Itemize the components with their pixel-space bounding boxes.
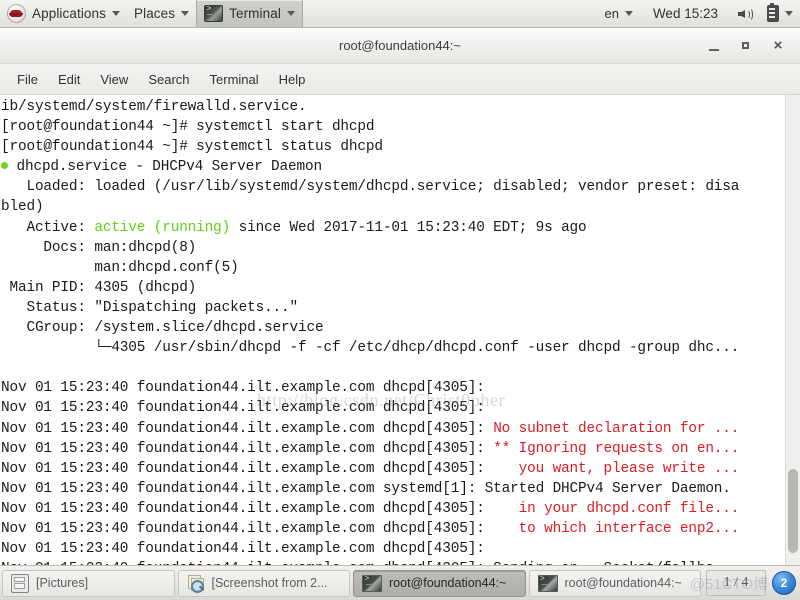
window-titlebar[interactable]: root@foundation44:~ ×: [0, 28, 800, 64]
terminal-line: Status: "Dispatching packets...": [1, 299, 299, 316]
taskbar: [Pictures] [Screenshot from 2... root@fo…: [0, 565, 800, 600]
menu-item-search[interactable]: Search: [139, 69, 198, 90]
terminal-line: ib/systemd/system/firewalld.service.: [1, 99, 307, 115]
terminal-output[interactable]: ib/systemd/system/firewalld.service. [roo…: [0, 95, 785, 565]
taskbar-item-label: root@foundation44:~: [389, 576, 507, 590]
terminal-icon: [362, 574, 382, 592]
keyboard-layout-indicator[interactable]: en: [597, 0, 639, 27]
active-window-label: Terminal: [229, 6, 281, 21]
terminal-line: └─4305 /usr/sbin/dhcpd -f -cf /etc/dhcp/…: [1, 340, 740, 357]
clock[interactable]: Wed 15:23: [640, 0, 731, 27]
keyboard-layout-label: en: [604, 6, 619, 21]
menu-item-edit[interactable]: Edit: [49, 69, 89, 90]
terminal-line: Nov 01 15:23:40 foundation44.ilt.example…: [1, 541, 485, 558]
applications-menu[interactable]: Applications: [0, 0, 127, 27]
terminal-line: Nov 01 15:23:40 foundation44.ilt.example…: [1, 480, 731, 497]
system-status-menu[interactable]: [760, 0, 800, 27]
terminal-line: Nov 01 15:23:40 foundation44.ilt.example…: [1, 460, 740, 477]
places-menu[interactable]: Places: [127, 0, 196, 27]
terminal-line: Main PID: 4305 (dhcpd): [1, 279, 197, 296]
terminal-icon: [204, 5, 224, 22]
terminal-line: Nov 01 15:23:40 foundation44.ilt.example…: [1, 520, 740, 537]
log-error-text: in your dhcpd.conf file...: [518, 500, 740, 517]
maximize-button[interactable]: [738, 38, 754, 54]
menu-item-file[interactable]: File: [8, 69, 47, 90]
terminal-scrollbar[interactable]: [785, 95, 800, 565]
menu-item-view[interactable]: View: [91, 69, 137, 90]
taskbar-item-terminal-1[interactable]: root@foundation44:~: [353, 569, 526, 597]
battery-icon: [767, 2, 779, 22]
terminal-line: Active: active (running) since Wed 2017-…: [1, 219, 587, 236]
places-menu-label: Places: [134, 6, 176, 21]
speaker-icon: [738, 7, 753, 21]
taskbar-item-label: [Pictures]: [36, 576, 89, 590]
log-error-text: No subnet declaration for ...: [493, 420, 740, 437]
terminal-line: Loaded: loaded (/usr/lib/systemd/system/…: [1, 179, 740, 196]
terminal-line: CGroup: /system.slice/dhcpd.service: [1, 320, 324, 337]
log-error-text: you want, please write ...: [518, 460, 740, 477]
chevron-down-icon: [785, 11, 793, 16]
active-running-text: active (running): [94, 219, 231, 236]
active-window-menu[interactable]: Terminal: [196, 0, 303, 27]
window-controls: ×: [706, 28, 794, 63]
taskbar-item-terminal-2[interactable]: root@foundation44:~: [528, 569, 701, 597]
taskbar-item-label: [Screenshot from 2...: [211, 576, 328, 590]
redhat-logo-icon: [7, 4, 26, 23]
terminal-line: dhcpd.service - DHCPv4 Server Daemon: [1, 157, 785, 177]
terminal-line: Nov 01 15:23:40 foundation44.ilt.example…: [1, 500, 740, 517]
clock-label: Wed 15:23: [652, 6, 718, 21]
notification-badge[interactable]: 2: [772, 571, 796, 595]
terminal-line: Docs: man:dhcpd(8): [1, 239, 197, 256]
window-title: root@foundation44:~: [339, 38, 461, 53]
menu-item-terminal[interactable]: Terminal: [201, 69, 268, 90]
top-panel: Applications Places Terminal en Wed 15:2…: [0, 0, 800, 28]
volume-indicator[interactable]: [731, 0, 760, 27]
chevron-down-icon: [112, 11, 120, 16]
chevron-down-icon: [624, 11, 633, 16]
taskbar-item-screenshot[interactable]: [Screenshot from 2...: [177, 569, 350, 597]
file-drawer-icon: [11, 573, 29, 593]
terminal-line: Nov 01 15:23:40 foundation44.ilt.example…: [1, 420, 740, 437]
service-status-dot-icon: [1, 161, 8, 169]
terminal-body[interactable]: ib/systemd/system/firewalld.service. [roo…: [0, 95, 800, 565]
terminal-icon: [537, 574, 558, 592]
terminal-window: root@foundation44:~ × File Edit View Sea…: [0, 28, 800, 565]
minimize-button[interactable]: [706, 38, 722, 54]
terminal-line: Nov 01 15:23:40 foundation44.ilt.example…: [1, 400, 485, 417]
close-button[interactable]: ×: [770, 37, 786, 54]
terminal-line: [root@foundation44 ~]# systemctl status …: [1, 139, 383, 156]
menu-bar: File Edit View Search Terminal Help: [0, 64, 800, 95]
terminal-line: Nov 01 15:23:40 foundation44.ilt.example…: [1, 440, 740, 457]
terminal-line: Nov 01 15:23:40 foundation44.ilt.example…: [1, 380, 485, 397]
screenshot-icon: [187, 574, 205, 593]
terminal-line: bled): [1, 199, 44, 216]
applications-menu-label: Applications: [32, 6, 106, 21]
taskbar-item-label: root@foundation44:~: [564, 576, 682, 590]
terminal-line: [root@foundation44 ~]# systemctl start d…: [1, 119, 375, 136]
chevron-down-icon: [181, 11, 190, 16]
chevron-down-icon: [286, 11, 295, 16]
menu-item-help[interactable]: Help: [270, 69, 315, 90]
workspace-switcher[interactable]: 1 / 4: [706, 570, 766, 596]
log-error-text: ** Ignoring requests on en...: [493, 440, 740, 457]
terminal-line: man:dhcpd.conf(5): [1, 259, 239, 276]
taskbar-item-pictures[interactable]: [Pictures]: [2, 569, 175, 597]
log-error-text: to which interface enp2...: [518, 520, 740, 537]
terminal-scrollbar-thumb[interactable]: [788, 469, 798, 553]
desktop-screen: Applications Places Terminal en Wed 15:2…: [0, 0, 800, 600]
